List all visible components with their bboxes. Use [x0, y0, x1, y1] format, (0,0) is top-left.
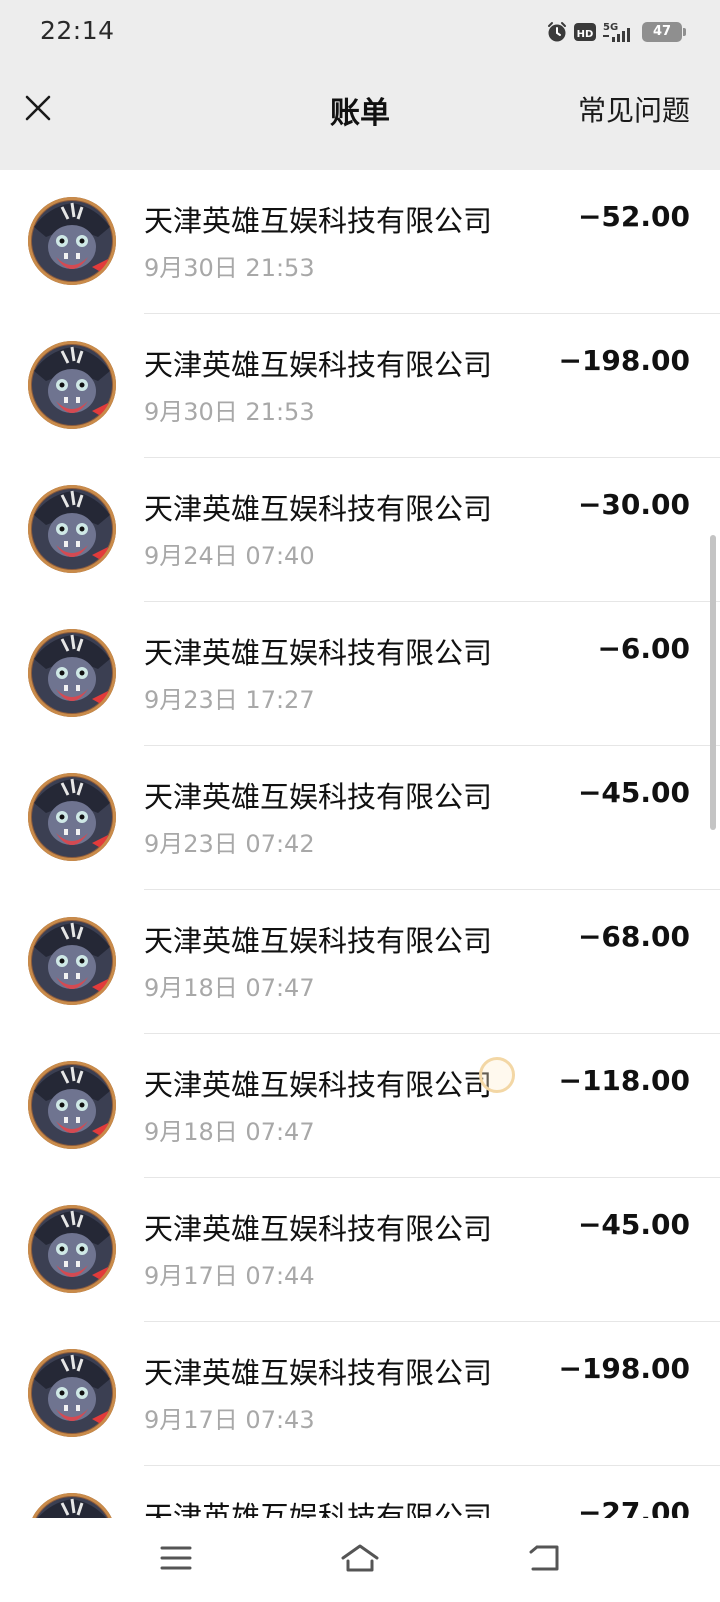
bill-item[interactable]: 天津英雄互娱科技有限公司 9月30日 21:53 −198.00 — [0, 314, 720, 458]
bill-amount: −68.00 — [577, 920, 690, 953]
merchant-name: 天津英雄互娱科技有限公司 — [144, 1212, 493, 1246]
merchant-name: 天津英雄互娱科技有限公司 — [144, 1068, 493, 1102]
merchant-avatar — [28, 341, 116, 429]
svg-text:HD: HD — [577, 29, 594, 40]
faq-link[interactable]: 常见问题 — [578, 89, 690, 129]
bill-item[interactable]: 天津英雄互娱科技有限公司 9月18日 07:47 −118.00 — [0, 1034, 720, 1178]
status-bar: 22:14 HD 5G 47 — [0, 0, 720, 64]
menu-button[interactable] — [154, 1538, 198, 1582]
merchant-avatar — [28, 485, 116, 573]
merchant-name: 天津英雄互娱科技有限公司 — [144, 492, 493, 526]
bill-time: 9月18日 07:47 — [144, 1118, 315, 1146]
bill-amount: −198.00 — [558, 344, 690, 377]
alarm-icon — [546, 21, 568, 43]
bill-time: 9月18日 07:47 — [144, 974, 315, 1002]
signal-5g-icon: 5G — [602, 20, 636, 44]
back-icon — [527, 1543, 561, 1577]
merchant-name: 天津英雄互娱科技有限公司 — [144, 780, 493, 814]
merchant-avatar — [28, 1061, 116, 1149]
bill-item[interactable]: 天津英雄互娱科技有限公司 9月23日 07:42 −45.00 — [0, 746, 720, 890]
battery-icon: 47 — [642, 22, 686, 42]
merchant-avatar — [28, 1205, 116, 1293]
bill-amount: −45.00 — [577, 1208, 690, 1241]
back-button[interactable] — [522, 1538, 566, 1582]
bill-amount: −6.00 — [597, 632, 690, 665]
bill-item[interactable]: 天津英雄互娱科技有限公司 9月24日 07:40 −30.00 — [0, 458, 720, 602]
bill-time: 9月23日 17:27 — [144, 686, 315, 714]
bill-time: 9月17日 07:43 — [144, 1406, 315, 1434]
bill-item[interactable]: 天津英雄互娱科技有限公司 9月23日 17:27 −6.00 — [0, 602, 720, 746]
merchant-name: 天津英雄互娱科技有限公司 — [144, 1356, 493, 1390]
bill-list: 天津英雄互娱科技有限公司 9月30日 21:53 −52.00 天津英雄互娱科技… — [0, 170, 720, 1518]
merchant-avatar — [28, 1349, 116, 1437]
merchant-name: 天津英雄互娱科技有限公司 — [144, 1500, 493, 1518]
nav-bar: 账单 常见问题 — [0, 64, 720, 170]
bill-time: 9月30日 21:53 — [144, 254, 315, 282]
touch-indicator — [479, 1057, 515, 1093]
merchant-name: 天津英雄互娱科技有限公司 — [144, 348, 493, 382]
merchant-name: 天津英雄互娱科技有限公司 — [144, 636, 493, 670]
merchant-name: 天津英雄互娱科技有限公司 — [144, 204, 493, 238]
bill-amount: −30.00 — [577, 488, 690, 521]
close-button[interactable] — [16, 88, 60, 132]
status-icons: HD 5G 47 — [546, 20, 686, 44]
bill-amount: −198.00 — [558, 1352, 690, 1385]
bill-item[interactable]: 天津英雄互娱科技有限公司 −27.00 — [0, 1466, 720, 1518]
status-time: 22:14 — [40, 16, 115, 45]
svg-text:5G: 5G — [603, 22, 618, 33]
bill-item[interactable]: 天津英雄互娱科技有限公司 9月17日 07:44 −45.00 — [0, 1178, 720, 1322]
merchant-avatar — [28, 197, 116, 285]
home-icon — [340, 1543, 380, 1577]
bill-item[interactable]: 天津英雄互娱科技有限公司 9月18日 07:47 −68.00 — [0, 890, 720, 1034]
merchant-avatar — [28, 917, 116, 1005]
bill-item[interactable]: 天津英雄互娱科技有限公司 9月17日 07:43 −198.00 — [0, 1322, 720, 1466]
merchant-name: 天津英雄互娱科技有限公司 — [144, 924, 493, 958]
merchant-avatar — [28, 773, 116, 861]
scrollbar[interactable] — [710, 535, 716, 830]
bill-amount: −118.00 — [558, 1064, 690, 1097]
home-button[interactable] — [338, 1538, 382, 1582]
bill-time: 9月30日 21:53 — [144, 398, 315, 426]
close-icon — [24, 94, 52, 126]
bill-amount: −27.00 — [577, 1496, 690, 1518]
bill-item[interactable]: 天津英雄互娱科技有限公司 9月30日 21:53 −52.00 — [0, 170, 720, 314]
bill-amount: −45.00 — [577, 776, 690, 809]
bill-time: 9月17日 07:44 — [144, 1262, 315, 1290]
bill-time: 9月24日 07:40 — [144, 542, 315, 570]
merchant-avatar — [28, 1493, 116, 1518]
system-nav-bar — [0, 1518, 720, 1602]
bill-time: 9月23日 07:42 — [144, 830, 315, 858]
bill-amount: −52.00 — [577, 200, 690, 233]
menu-icon — [160, 1545, 192, 1575]
hd-icon: HD — [574, 22, 596, 42]
merchant-avatar — [28, 629, 116, 717]
